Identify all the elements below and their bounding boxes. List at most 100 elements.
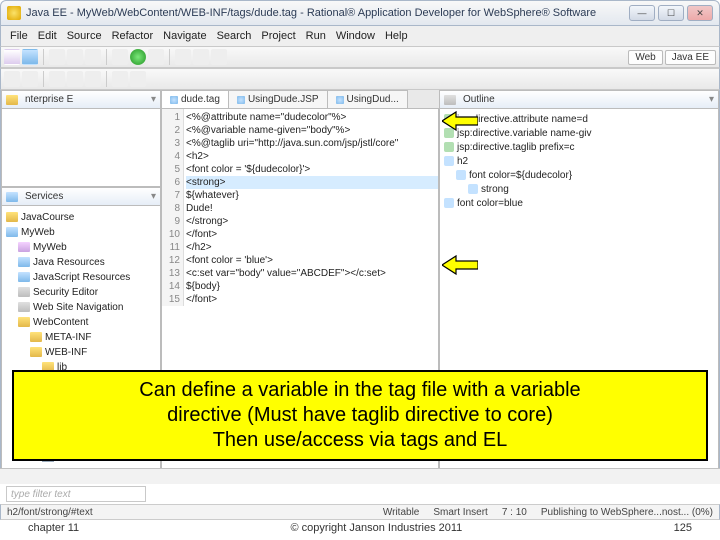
tree-item[interactable]: META-INF [4, 330, 158, 345]
toolbar-button[interactable] [49, 71, 65, 87]
minimize-button[interactable]: — [629, 5, 655, 21]
outline-icon [444, 198, 454, 208]
tree-icon [18, 257, 30, 267]
tree-item[interactable]: MyWeb [4, 240, 158, 255]
menu-navigate[interactable]: Navigate [158, 30, 211, 42]
outline-icon [456, 170, 466, 180]
tree-icon [30, 332, 42, 342]
tree-item[interactable]: JavaCourse [4, 210, 158, 225]
toolbar-button[interactable] [67, 71, 83, 87]
tab-menu-icon[interactable]: ▾ [151, 94, 156, 105]
services-tab-label: Services [25, 191, 63, 202]
toolbar-button[interactable] [67, 49, 83, 65]
toolbar-separator [106, 71, 107, 87]
toolbar-button[interactable] [112, 71, 128, 87]
tab-menu-icon[interactable]: ▾ [151, 191, 156, 202]
perspective-web[interactable]: Web [628, 50, 662, 65]
menu-window[interactable]: Window [331, 30, 380, 42]
toolbar-button[interactable] [130, 71, 146, 87]
toolbar-button[interactable] [148, 49, 164, 65]
menu-search[interactable]: Search [212, 30, 257, 42]
toolbar-button[interactable] [85, 49, 101, 65]
line-gutter: 123456789101112131415 [162, 109, 184, 306]
status-publish: Publishing to WebSphere...nost... (0%) [541, 507, 713, 518]
status-bar: h2/font/strong/#text Writable Smart Inse… [0, 504, 720, 520]
file-icon [237, 96, 245, 104]
tree-icon [18, 272, 30, 282]
enterprise-explorer-pane: nterprise E ▾ [1, 90, 161, 187]
menu-file[interactable]: File [5, 30, 33, 42]
slide-page: 125 [674, 522, 692, 534]
outline-item[interactable]: h2 [442, 155, 716, 169]
outline-tree[interactable]: jsp:directive.attribute name=djsp:direct… [440, 109, 718, 215]
run-button[interactable] [130, 49, 146, 65]
tab-menu-icon[interactable]: ▾ [709, 94, 714, 105]
new-button[interactable] [4, 49, 20, 65]
editor-tab[interactable]: UsingDud... [327, 90, 408, 108]
menu-source[interactable]: Source [62, 30, 107, 42]
toolbar-separator [43, 71, 44, 87]
type-filter-input[interactable]: type filter text [6, 486, 146, 502]
close-button[interactable]: ✕ [687, 5, 713, 21]
tree-item[interactable]: WEB-INF [4, 345, 158, 360]
tree-item[interactable]: Java Resources [4, 255, 158, 270]
toolbar-button[interactable] [85, 71, 101, 87]
menu-bar: File Edit Source Refactor Navigate Searc… [0, 26, 720, 46]
toolbar-button[interactable] [193, 49, 209, 65]
callout-arrow [442, 110, 478, 132]
outline-item[interactable]: jsp:directive.attribute name=d [442, 113, 716, 127]
explorer-tab[interactable]: nterprise E ▾ [2, 91, 160, 109]
outline-item[interactable]: jsp:directive.taglib prefix=c [442, 141, 716, 155]
toolbar-button[interactable] [4, 71, 20, 87]
tree-item[interactable]: WebContent [4, 315, 158, 330]
status-insert: Smart Insert [433, 507, 487, 518]
tree-item[interactable]: Security Editor [4, 285, 158, 300]
outline-tab[interactable]: Outline ▾ [440, 91, 718, 109]
folder-icon [6, 95, 18, 105]
toolbar-separator [43, 49, 44, 65]
toolbar-button[interactable] [112, 49, 128, 65]
outline-icon [468, 184, 478, 194]
toolbar-button[interactable] [22, 71, 38, 87]
menu-help[interactable]: Help [380, 30, 413, 42]
toolbar-button[interactable] [175, 49, 191, 65]
status-path: h2/font/strong/#text [7, 507, 93, 518]
annotation-line: directive (Must have taglib directive to… [24, 403, 696, 428]
menu-run[interactable]: Run [301, 30, 331, 42]
explorer-tab-label: nterprise E [25, 94, 73, 105]
outline-item[interactable]: jsp:directive.variable name-giv [442, 127, 716, 141]
tree-item[interactable]: JavaScript Resources [4, 270, 158, 285]
menu-project[interactable]: Project [256, 30, 300, 42]
outline-item[interactable]: font color=blue [442, 197, 716, 211]
maximize-button[interactable]: ☐ [658, 5, 684, 21]
slide-copyright: © copyright Janson Industries 2011 [291, 522, 463, 534]
menu-refactor[interactable]: Refactor [107, 30, 159, 42]
toolbar-separator [169, 49, 170, 65]
tree-icon [18, 242, 30, 252]
outline-icon [444, 142, 454, 152]
toolbar-button[interactable] [211, 49, 227, 65]
services-icon [6, 192, 18, 202]
toolbar-button[interactable] [49, 49, 65, 65]
toolbar-row-2 [0, 68, 720, 90]
save-button[interactable] [22, 49, 38, 65]
menu-edit[interactable]: Edit [33, 30, 62, 42]
editor-tab[interactable]: dude.tag [161, 90, 229, 108]
toolbar-row-1: Web Java EE [0, 46, 720, 68]
editor-tab[interactable]: UsingDude.JSP [228, 90, 328, 108]
tree-icon [6, 227, 18, 237]
code-content[interactable]: <%@attribute name="dudecolor"%><%@variab… [186, 111, 438, 306]
outline-icon [444, 95, 456, 105]
outline-tab-label: Outline [463, 94, 495, 105]
services-tab[interactable]: Services ▾ [2, 188, 160, 206]
bottom-divider [0, 468, 720, 484]
outline-item[interactable]: strong [442, 183, 716, 197]
tree-item[interactable]: MyWeb [4, 225, 158, 240]
tree-item[interactable]: Web Site Navigation [4, 300, 158, 315]
outline-item[interactable]: font color=${dudecolor} [442, 169, 716, 183]
annotation-line: Then use/access via tags and EL [24, 428, 696, 453]
tree-icon [18, 287, 30, 297]
slide-footer: chapter 11 © copyright Janson Industries… [0, 522, 720, 534]
perspective-javaee[interactable]: Java EE [665, 50, 716, 65]
outline-icon [444, 156, 454, 166]
